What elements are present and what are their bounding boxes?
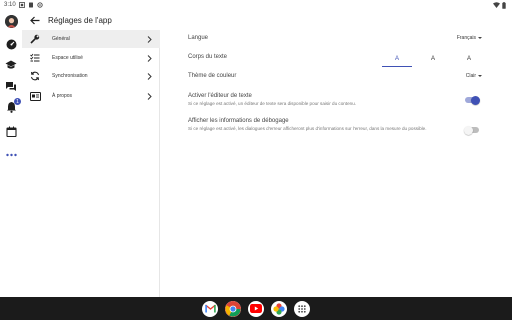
page-title: Réglages de l'app	[48, 15, 112, 25]
sync-icon	[28, 69, 42, 83]
profile-avatar[interactable]	[3, 13, 19, 29]
status-time: 3:10	[4, 2, 16, 8]
toggle-knob	[471, 95, 480, 105]
sidebar-item-label: Espace utilisé	[52, 55, 83, 61]
text-editor-label: Activer l'éditeur de texte	[188, 93, 252, 99]
navigation-rail: 1	[0, 10, 22, 297]
taskbar	[0, 297, 512, 320]
chevron-right-icon	[144, 91, 154, 101]
text-editor-description: Si ce réglage est activé, un éditeur de …	[188, 101, 357, 106]
settings-status-icon	[37, 2, 43, 8]
chevron-right-icon	[144, 71, 154, 81]
more-icon[interactable]	[3, 147, 19, 163]
font-size-label: Corps du texte	[188, 54, 228, 60]
font-size-large-option[interactable]: A	[454, 51, 484, 67]
language-dropdown[interactable]: Français	[457, 35, 482, 41]
debug-info-toggle[interactable]	[464, 125, 479, 135]
sidebar-item-storage[interactable]: Espace utilisé	[22, 49, 160, 67]
sidebar-item-label: Général	[52, 36, 70, 42]
app-grid-icon[interactable]	[294, 300, 310, 317]
language-value: Français	[456, 35, 476, 41]
youtube-icon[interactable]	[248, 300, 264, 317]
dashboard-icon[interactable]	[3, 36, 19, 52]
sidebar-item-general[interactable]: Général	[22, 30, 160, 48]
school-icon[interactable]	[3, 57, 19, 73]
toggle-knob	[464, 125, 473, 135]
font-size-medium-option[interactable]: A	[418, 51, 448, 67]
debug-info-label: Afficher les informations de débogage	[188, 118, 289, 124]
status-bar: 3:10	[0, 0, 512, 10]
sidebar-item-label: Synchronisation	[52, 73, 88, 79]
settings-sidebar: Général Espace utilisé Synchronisation À…	[22, 30, 160, 297]
theme-label: Thème de couleur	[188, 73, 237, 79]
dropdown-arrow-icon	[478, 37, 482, 39]
avatar	[4, 14, 18, 28]
chevron-right-icon	[144, 53, 154, 63]
info-card-icon	[28, 89, 42, 103]
back-button[interactable]	[28, 13, 42, 27]
notification-badge: 1	[14, 98, 21, 105]
sidebar-item-sync[interactable]: Synchronisation	[22, 67, 160, 85]
chevron-right-icon	[144, 34, 154, 44]
wrench-icon	[28, 32, 42, 46]
sim-icon	[18, 2, 25, 8]
notifications-button[interactable]: 1	[3, 98, 21, 115]
general-settings-panel: Langue Français Corps du texte A A A Thè…	[160, 30, 512, 297]
font-size-small-option[interactable]: A	[382, 51, 412, 67]
arrow-back-icon	[30, 16, 40, 24]
text-editor-toggle[interactable]	[465, 95, 480, 105]
chat-icon[interactable]	[3, 78, 19, 94]
sidebar-item-label: À propos	[52, 93, 73, 99]
gmail-icon[interactable]	[202, 300, 218, 317]
theme-dropdown[interactable]: Clair	[466, 73, 482, 79]
language-label: Langue	[188, 35, 209, 41]
sidebar-item-about[interactable]: À propos	[22, 87, 160, 105]
battery-icon	[502, 2, 508, 9]
calendar-icon[interactable]	[3, 123, 19, 139]
app-header: Réglages de l'app	[22, 10, 512, 30]
wifi-icon	[493, 2, 500, 8]
dropdown-arrow-icon	[478, 75, 482, 77]
storage-icon	[28, 2, 34, 8]
debug-info-description: Si ce réglage est activé, les dialogues …	[188, 126, 427, 131]
theme-value: Clair	[465, 73, 476, 79]
chrome-icon[interactable]	[225, 300, 241, 317]
checklist-icon	[28, 51, 42, 65]
photos-icon[interactable]	[271, 300, 287, 317]
